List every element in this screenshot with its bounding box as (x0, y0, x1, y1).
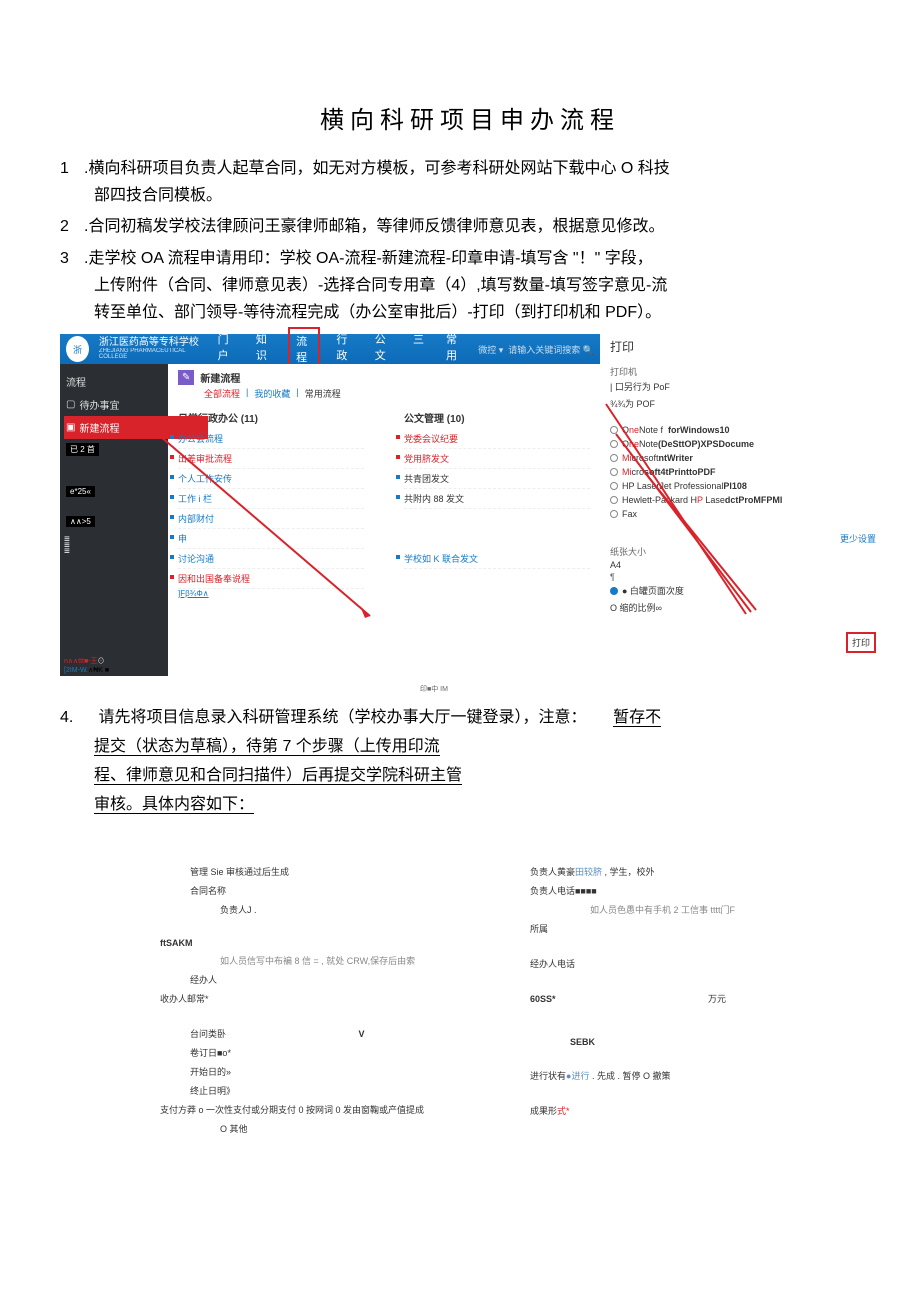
step-4: 4. 请先将项目信息录入科研管理系统（学校办事大厅一键登录），注意： 暂存不 提… (60, 704, 880, 819)
sidebar-tag: ∧∧>5 (66, 516, 95, 527)
subnav-item[interactable]: 常用流程 (305, 387, 341, 400)
flow-link[interactable]: 工作 i 栏 (178, 489, 364, 509)
oa-main: ✎ 新建流程 全部流程 | 我的收藏 | 常用流程 日常行政办公 (11) 办公… (168, 364, 600, 676)
form-label: 负责人J . (160, 903, 510, 916)
print-button[interactable]: 打印 (846, 632, 876, 653)
form-note: 如人员色愚中有手机 2 工信事 tttt门F (530, 903, 880, 916)
school-logo-icon: 浙 (66, 336, 89, 362)
form-label: 卷订日■o* (160, 1046, 510, 1059)
fit-option[interactable]: O 缩的比例∞ (610, 599, 876, 616)
form-label: SEBK (530, 1037, 880, 1047)
printer-option[interactable]: Hewlett-Packard HP LasedctProMFPMl (610, 493, 876, 507)
flow-link[interactable]: 个人工作安传 (178, 469, 364, 489)
printer-option[interactable]: MicrosoftntWriter (610, 451, 876, 465)
sidebar-section: 流程 (64, 370, 164, 393)
screenshot-caption: 印■中 IM (420, 684, 880, 694)
main-heading: 新建流程 (200, 370, 240, 385)
form-label: 成果形式* (530, 1104, 880, 1117)
form-label: 经办人 (160, 973, 510, 986)
print-opt[interactable]: | 口另行为 PoF (610, 378, 876, 395)
form-label: 管理 Sie 审核通过后生成 (160, 865, 510, 878)
form-label: 负责人电话■■■■ (530, 884, 880, 897)
more-settings-link[interactable]: 更少设置 (610, 532, 876, 545)
oa-sidebar: 流程 ▢ 待办事宜 ▣ 新建流程 已 2 首 e*25« ∧∧>5 ≡≡≡ n∧… (60, 364, 168, 676)
flow-link[interactable]: 办公会流程 (178, 429, 364, 449)
form-label: 支付方莽 o 一次性支付或分期支付 0 按网词 0 发由窗鞠或产值提成 (160, 1103, 510, 1116)
sidebar-footnote: n∧∧ttt■-王 (64, 658, 98, 665)
step-2: 2.合同初稿发学校法律顾问王豪律师邮箱，等律师反馈律师意见表，根据意见修改。 (60, 213, 880, 240)
form-area: 管理 Sie 审核通过后生成 合同名称 负责人J . ftSAKM 如人员信写中… (60, 859, 880, 1141)
step-3: 3.走学校 OA 流程申请用印：学校 OA-流程-新建流程-印章申请-填写含 "… (60, 245, 880, 327)
flow-link[interactable]: 党用脐发文 (404, 449, 590, 469)
form-note: 如人员信写中布褊 8 信 = , 就处 CRW,保存后由索 (160, 954, 510, 967)
printer-label: 打印机 (610, 365, 876, 378)
form-label: 台问类卧 V (160, 1027, 510, 1040)
paper-size[interactable]: A4 (610, 558, 876, 572)
form-label: ftSAKM (160, 938, 510, 948)
print-opt[interactable]: ¾¾为 POF (610, 395, 876, 412)
form-label: 开始日的» (160, 1065, 510, 1078)
oa-panel: 浙 浙江医药高等专科学校 ZHEJIANG PHARMACEUTICAL COL… (60, 334, 600, 676)
col-foot: ]Fβ¾Φ∧ (178, 589, 364, 598)
subnav-item[interactable]: 全部流程 (204, 387, 240, 400)
school-name-en: ZHEJIANG PHARMACEUTICAL COLLEGE (99, 348, 202, 360)
printer-option[interactable]: OneNote(DeSttOP)XPSDocume (610, 437, 876, 451)
form-label: 经办人电话 (530, 957, 880, 970)
print-heading: 打印 (610, 338, 876, 355)
oa-search[interactable]: 微控 ▾ 请输入关键词搜索 🔍 (478, 343, 594, 356)
form-label: 所属 (530, 922, 880, 935)
school-name: 浙江医药高等专科学校 (99, 338, 202, 348)
menu-icon[interactable]: ≡≡≡ (64, 537, 164, 555)
form-label: 进行状有●进行 . 先成 . 暂停 O 撤策 (530, 1069, 880, 1082)
form-label: 终止日明》 (160, 1084, 510, 1097)
paper-label: 纸张大小 (610, 545, 876, 558)
flow-link[interactable]: 内部财付 (178, 509, 364, 529)
flow-link[interactable]: 共青团发文 (404, 469, 590, 489)
flow-link[interactable]: 共附内 88 发文 (404, 489, 590, 509)
flow-link[interactable]: 讨论沟通 (178, 549, 364, 569)
step-1: 1.横向科研项目负责人起草合同，如无对方模板，可参考科研处网站下载中心 O 科技… (60, 155, 880, 209)
form-label: O 其他 (160, 1122, 510, 1135)
form-label: 收办人邮常* (160, 992, 510, 1005)
screenshot-row: 浙 浙江医药高等专科学校 ZHEJIANG PHARMACEUTICAL COL… (60, 334, 880, 676)
new-flow-icon: ✎ (178, 370, 194, 385)
form-label: 60SS* 万元 (530, 992, 880, 1005)
sidebar-footnote: [2IM-W. (64, 667, 88, 674)
form-label: 合同名称 (160, 884, 510, 897)
printer-option[interactable]: Fax (610, 507, 876, 521)
sidebar-item-todo[interactable]: ▢ 待办事宜 (64, 393, 164, 416)
form-label: 负责人黄豪田较脐 , 学生，校外 (530, 865, 880, 878)
flow-link[interactable]: 学校如 K 联合发文 (404, 549, 590, 569)
fit-option[interactable]: ● 白罐页面次度 (610, 582, 876, 599)
printer-option[interactable]: Microsoft4tPrinttoPDF (610, 465, 876, 479)
sidebar-tag: e*25« (66, 486, 95, 497)
sidebar-tag: 已 2 首 (66, 443, 99, 456)
subnav-item[interactable]: 我的收藏 (254, 387, 290, 400)
flow-link[interactable]: 出差审批流程 (178, 449, 364, 469)
printer-option[interactable]: HP LaserJet ProfessionalPl108 (610, 479, 876, 493)
page-title: 横向科研项目申办流程 (60, 100, 880, 135)
flow-link[interactable]: 申 (178, 529, 364, 549)
print-panel: 打印 打印机 | 口另行为 PoF ¾¾为 POF OneNote f forW… (606, 334, 880, 676)
flow-link[interactable]: 党委会议纪要 (404, 429, 590, 449)
flow-link[interactable]: 因和出国备奉说程 (178, 569, 364, 589)
col-heading: 公文管理 (10) (404, 410, 590, 425)
printer-option[interactable]: OneNote f forWindows10 (610, 423, 876, 437)
